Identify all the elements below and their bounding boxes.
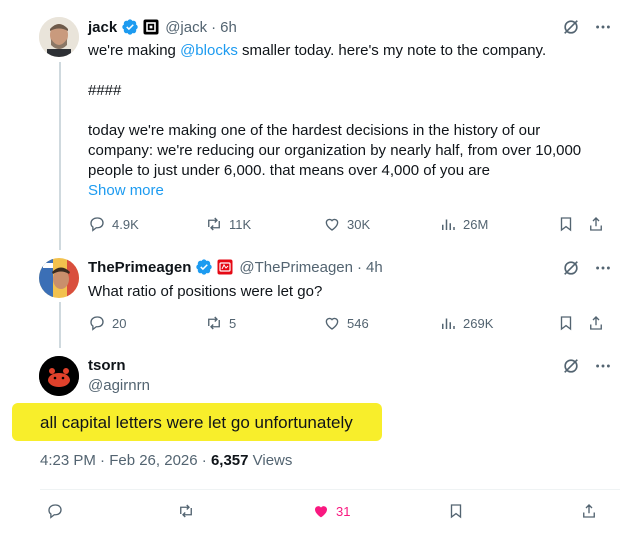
tweet-text-tsorn: all capital letters were let go unfortun… <box>40 413 353 432</box>
grok-icon[interactable] <box>561 356 581 376</box>
reply-icon <box>90 217 104 232</box>
display-name[interactable]: jack <box>88 19 117 36</box>
reply-icon <box>90 316 104 331</box>
avatar-tsorn-image <box>39 356 79 396</box>
tweet-meta: 4:23 PM · Feb 26, 2026 · 6,357 Views <box>40 452 292 469</box>
bookmark-button[interactable] <box>557 314 575 332</box>
verified-badge-icon <box>195 258 213 276</box>
display-name[interactable]: tsorn <box>88 357 126 374</box>
netflix-affiliation-icon <box>217 259 233 275</box>
tweet-text-after: smaller today. here's my note to the com… <box>88 42 582 179</box>
repost-count: 11K <box>229 216 252 232</box>
mention-link[interactable]: @blocks <box>180 42 238 59</box>
reply-button[interactable]: 4.9K <box>88 215 139 233</box>
tweet-timestamp[interactable]: 4:23 PM · Feb 26, 2026 · <box>40 452 211 469</box>
tweet-header-tsorn: tsorn <box>88 357 130 374</box>
analytics-icon <box>442 219 455 230</box>
share-icon <box>590 316 602 330</box>
avatar-jack[interactable] <box>39 17 79 57</box>
tweet-text-before: we're making <box>88 42 181 59</box>
bookmark-button[interactable] <box>557 215 575 233</box>
like-count: 30K <box>347 216 371 232</box>
heart-icon <box>325 218 339 231</box>
reply-button[interactable] <box>46 502 64 520</box>
separator-dot: · <box>211 18 217 36</box>
like-count: 546 <box>347 315 369 331</box>
divider <box>40 489 620 490</box>
like-button[interactable]: 31 <box>312 502 350 520</box>
bookmark-icon <box>450 504 462 519</box>
reply-count: 4.9K <box>112 216 139 232</box>
like-button[interactable]: 546 <box>323 314 369 332</box>
avatar-theprimeagen-image <box>39 258 79 298</box>
views-label: Views <box>248 452 293 469</box>
timestamp[interactable]: 6h <box>220 19 237 36</box>
reply-icon <box>48 504 62 519</box>
thread-line <box>59 302 61 348</box>
repost-button[interactable]: 5 <box>205 314 236 332</box>
repost-icon <box>208 316 220 330</box>
avatar-tsorn[interactable] <box>39 356 79 396</box>
verified-badge-icon <box>121 18 139 36</box>
share-icon <box>590 217 602 231</box>
reply-count: 20 <box>112 315 127 331</box>
bookmark-icon <box>560 217 572 232</box>
share-icon <box>583 504 595 518</box>
tweet-text-theprimeagen: What ratio of positions were let go? <box>88 283 323 300</box>
tweet-view-count: 6,357 <box>210 452 249 469</box>
timestamp[interactable]: 4h <box>366 259 383 276</box>
display-name[interactable]: ThePrimeagen <box>88 259 191 276</box>
show-more-link[interactable]: Show more <box>88 182 164 199</box>
tweet-top-actions <box>561 258 613 278</box>
repost-button[interactable]: 11K <box>205 215 251 233</box>
more-options-icon[interactable] <box>593 17 613 37</box>
bookmark-button[interactable] <box>447 502 465 520</box>
heart-icon <box>325 317 339 330</box>
view-count: 269K <box>463 315 494 331</box>
repost-count: 5 <box>229 315 237 331</box>
more-options-icon[interactable] <box>593 356 613 376</box>
share-button[interactable] <box>580 502 598 520</box>
views-button[interactable]: 269K <box>439 314 493 332</box>
reply-button[interactable]: 20 <box>88 314 126 332</box>
analytics-icon <box>442 318 455 329</box>
grok-icon[interactable] <box>561 17 581 37</box>
thread-line <box>59 62 61 250</box>
tweet-top-actions <box>561 17 613 37</box>
share-button[interactable] <box>587 314 605 332</box>
separator-dot: · <box>357 258 362 276</box>
like-button[interactable]: 30K <box>323 215 370 233</box>
heart-filled-icon <box>315 506 327 518</box>
like-count: 31 <box>336 503 351 519</box>
avatar-jack-image <box>39 17 79 57</box>
repost-icon <box>208 217 220 231</box>
tweet-text-jack: we're making @blocks smaller today. here… <box>88 41 608 181</box>
handle[interactable]: @jack <box>165 19 207 36</box>
tweet-top-actions <box>561 356 613 376</box>
view-count: 26M <box>463 216 489 232</box>
more-options-icon[interactable] <box>593 258 613 278</box>
handle[interactable]: @agirnrn <box>88 377 150 394</box>
repost-icon <box>180 504 192 518</box>
repost-button[interactable] <box>177 502 195 520</box>
tweet-header-jack: jack @jack · 6h <box>88 18 237 36</box>
bookmark-icon <box>560 316 572 331</box>
share-button[interactable] <box>587 215 605 233</box>
grok-icon[interactable] <box>561 258 581 278</box>
handle[interactable]: @ThePrimeagen <box>239 259 353 276</box>
avatar-theprimeagen[interactable] <box>39 258 79 298</box>
block-affiliation-icon <box>143 19 159 35</box>
handle-row: @agirnrn <box>88 377 150 394</box>
views-button[interactable]: 26M <box>439 215 488 233</box>
tweet-header-theprimeagen: ThePrimeagen @ThePrimeagen · 4h <box>88 258 383 276</box>
